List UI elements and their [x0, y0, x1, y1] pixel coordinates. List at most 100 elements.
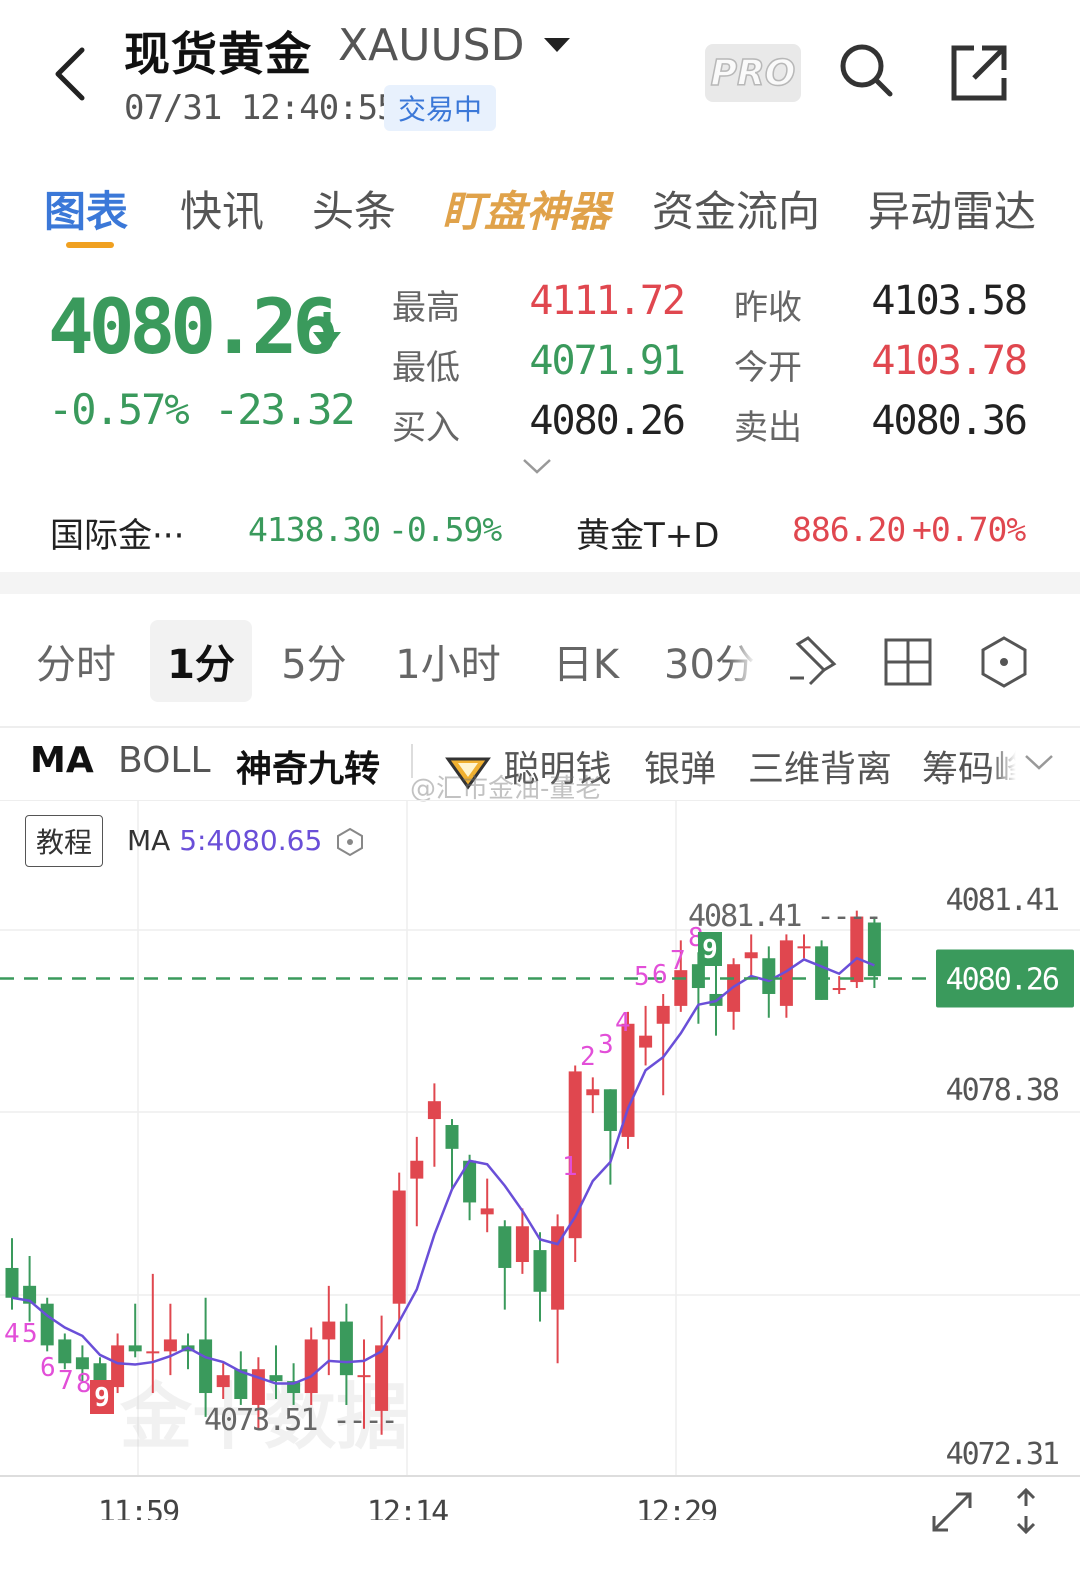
ma-settings-button[interactable] [334, 826, 366, 858]
share-button[interactable] [948, 40, 1012, 104]
tab-radar[interactable]: 异动雷达 [868, 178, 1036, 239]
indicator-3d-divergence[interactable]: 三维背离 [748, 740, 892, 792]
candle-body [533, 1250, 547, 1292]
candle-body [128, 1345, 142, 1352]
bid-value: 4080.26 [529, 398, 686, 444]
caret-down-icon[interactable] [544, 38, 570, 52]
section-divider [0, 572, 1080, 594]
pro-button[interactable]: PRO [705, 44, 801, 102]
period-tab-5min[interactable]: 5分 [272, 620, 356, 702]
candle-body [603, 1089, 617, 1131]
y-axis-label: 4081.41 [946, 883, 1059, 918]
candle-body [410, 1160, 424, 1179]
chart-settings-button[interactable] [976, 634, 1032, 690]
ma-prefix: MA [127, 824, 171, 857]
draw-tool-button[interactable] [784, 634, 840, 690]
trading-status-badge: 交易中 [384, 85, 496, 131]
high-marker: 4081.41 ---- [688, 899, 881, 934]
indicator-boll[interactable]: BOLL [118, 740, 211, 781]
ma-value: 5:4080.65 [179, 824, 323, 857]
candle-body [199, 1339, 213, 1394]
ask-label: 卖出 [734, 408, 802, 448]
candle-body [515, 1226, 529, 1263]
expand-diagonal-icon [932, 1492, 972, 1532]
down-arrow-icon [310, 310, 344, 362]
low-label: 最低 [392, 348, 460, 388]
ask-value: 4080.36 [871, 398, 1028, 444]
related-price-intl-gold: 4138.30 [248, 510, 381, 549]
indicator-silver-bullet[interactable]: 银弹 [644, 740, 716, 792]
candle-body [815, 946, 829, 1000]
td9-count: 7 [670, 946, 686, 976]
vertical-scale-button[interactable] [1002, 1486, 1050, 1536]
layout-button[interactable] [880, 634, 936, 690]
change-amount: -23.32 [214, 385, 356, 434]
tutorial-button[interactable]: 教程 [25, 815, 103, 867]
related-name-intl-gold[interactable]: 国际金··· [50, 508, 184, 557]
indicator-chip-peak[interactable]: 筹码峰 [922, 740, 1016, 792]
hexagon-settings-icon [337, 827, 363, 857]
tab-chart[interactable]: 图表 [44, 178, 128, 239]
candle-body [40, 1303, 54, 1346]
candle-body [762, 958, 776, 994]
prev-close-label: 昨收 [734, 288, 802, 328]
candle-body [691, 964, 705, 989]
candle-body [75, 1357, 89, 1370]
td9-count: 7 [58, 1366, 74, 1396]
td9-nine-badge-label: 9 [702, 935, 718, 965]
candle-body [304, 1339, 318, 1394]
td9-count: 4 [615, 1008, 631, 1038]
instrument-code[interactable]: XAUUSD [338, 20, 524, 71]
candlestick-chart[interactable]: 金十数据4081.414080.264078.384072.3111:59 12:… [0, 800, 1080, 1520]
candle-body [744, 952, 758, 959]
candle-body [586, 1089, 600, 1096]
candle-body [480, 1208, 494, 1215]
td9-count: 6 [652, 960, 668, 990]
prev-close-value: 4103.58 [871, 278, 1028, 324]
x-axis-label: 12:14 [367, 1495, 448, 1520]
candle-body [639, 1035, 653, 1048]
fullscreen-button[interactable] [928, 1486, 976, 1536]
candle-body [5, 1267, 19, 1298]
indicator-td9[interactable]: 神奇九转 [236, 740, 380, 792]
candle-body [216, 1375, 230, 1388]
related-name-gold-td[interactable]: 黄金T+D [576, 508, 719, 557]
period-tab-1min[interactable]: 1分 [150, 620, 252, 702]
td9-count: 5 [634, 962, 650, 992]
search-icon [840, 44, 893, 97]
related-price-gold-td: 886.20 [792, 510, 906, 549]
period-tab-1hour[interactable]: 1小时 [388, 620, 508, 702]
pro-label: PRO [710, 52, 796, 95]
tab-flash-news[interactable]: 快讯 [180, 178, 264, 239]
candle-body [445, 1125, 459, 1149]
back-button[interactable] [40, 38, 100, 110]
td9-count: 6 [40, 1353, 56, 1383]
period-tab-intraday[interactable]: 分时 [26, 620, 126, 702]
candle-body [269, 1375, 283, 1382]
grid-icon [884, 638, 932, 686]
period-tab-daily[interactable]: 日K [546, 620, 626, 702]
ma-legend: MA 5:4080.65 [127, 824, 322, 857]
ma5-line [11, 956, 875, 1385]
tab-watch-tool[interactable]: 盯盘神器 [442, 178, 610, 239]
candle-body [146, 1351, 160, 1354]
more-indicators-chevron-icon[interactable] [1024, 752, 1054, 772]
expand-chevron-icon[interactable] [522, 456, 552, 476]
change-percent: -0.57% [48, 385, 190, 434]
candle-body [392, 1190, 406, 1304]
related-change-gold-td: +0.70% [912, 510, 1026, 549]
pen-icon [790, 636, 837, 686]
candle-body [322, 1321, 336, 1340]
low-marker: 4073.51 ---- [204, 1403, 397, 1438]
main-tabs: 图表 快讯 头条 盯盘神器 资金流向 异动雷达 [0, 170, 1080, 250]
tab-fund-flow[interactable]: 资金流向 [652, 178, 820, 239]
y-axis-label: 4080.26 [946, 962, 1059, 997]
period-tab-30min[interactable]: 30分 [664, 620, 756, 702]
divider [0, 726, 1080, 728]
candle-body [797, 946, 811, 949]
header: 现货黄金 XAUUSD 07/31 12:40:55 交易中 PRO [0, 0, 1080, 150]
indicator-ma[interactable]: MA [30, 740, 94, 781]
search-button[interactable] [836, 40, 896, 100]
td9-nine-badge-label: 9 [94, 1383, 110, 1413]
tab-headlines[interactable]: 头条 [312, 178, 396, 239]
